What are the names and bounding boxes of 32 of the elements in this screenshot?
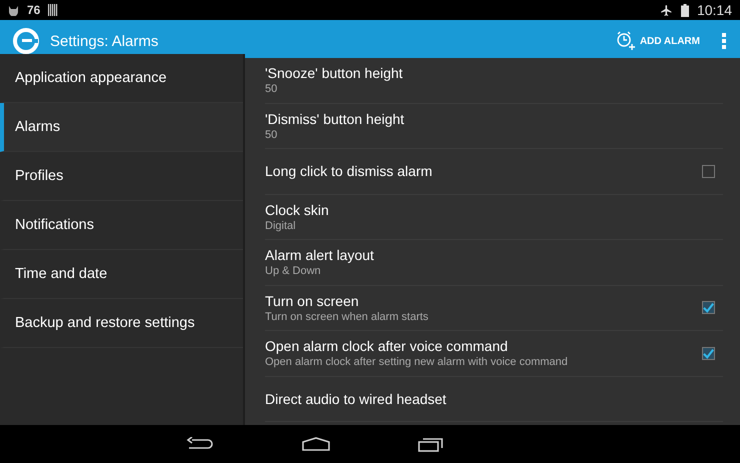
setting-title: Alarm alert layout	[265, 247, 375, 264]
setting-summary: Turn on screen when alarm starts	[265, 310, 430, 323]
setting-summary: 50	[265, 128, 278, 141]
screen-title: Settings: Alarms	[50, 32, 160, 50]
setting-title: Long click to dismiss alarm	[265, 163, 434, 180]
barcode-icon	[48, 4, 58, 16]
checkbox[interactable]	[702, 164, 715, 178]
cat-icon	[8, 4, 19, 16]
alarm-clock-plus-icon	[616, 31, 636, 51]
airplane-icon	[660, 4, 673, 16]
sidebar-item[interactable]: Backup and restore settings	[0, 299, 243, 348]
battery-icon	[680, 4, 689, 16]
setting-title: Direct audio to wired headset	[265, 390, 448, 407]
menu-icon	[722, 33, 726, 49]
setting-summary: 50	[265, 83, 278, 96]
setting-summary: Up & Down	[265, 265, 322, 278]
setting-summary: Open alarm clock after setting new alarm with voice command	[265, 356, 569, 368]
sidebar-item[interactable]: Profiles	[0, 152, 243, 201]
checkbox[interactable]	[702, 301, 715, 314]
clock-time: 10:14	[696, 2, 732, 18]
sidebar-item[interactable]: Time and date	[0, 250, 243, 299]
app-logo-icon	[12, 27, 40, 55]
status-number: 76	[27, 3, 40, 17]
setting-title: Turn on screen	[265, 292, 360, 309]
checkbox[interactable]	[702, 346, 715, 360]
setting-title: Clock skin	[265, 202, 330, 218]
sidebar-item[interactable]: Alarms	[0, 103, 243, 152]
sidebar-item[interactable]: Notifications	[0, 201, 243, 250]
setting-summary: Digital	[265, 220, 297, 232]
setting-title: Open alarm clock after voice command	[265, 338, 509, 354]
setting-title: 'Dismiss' button height	[265, 110, 406, 127]
setting-title: 'Snooze' button height	[265, 65, 404, 82]
